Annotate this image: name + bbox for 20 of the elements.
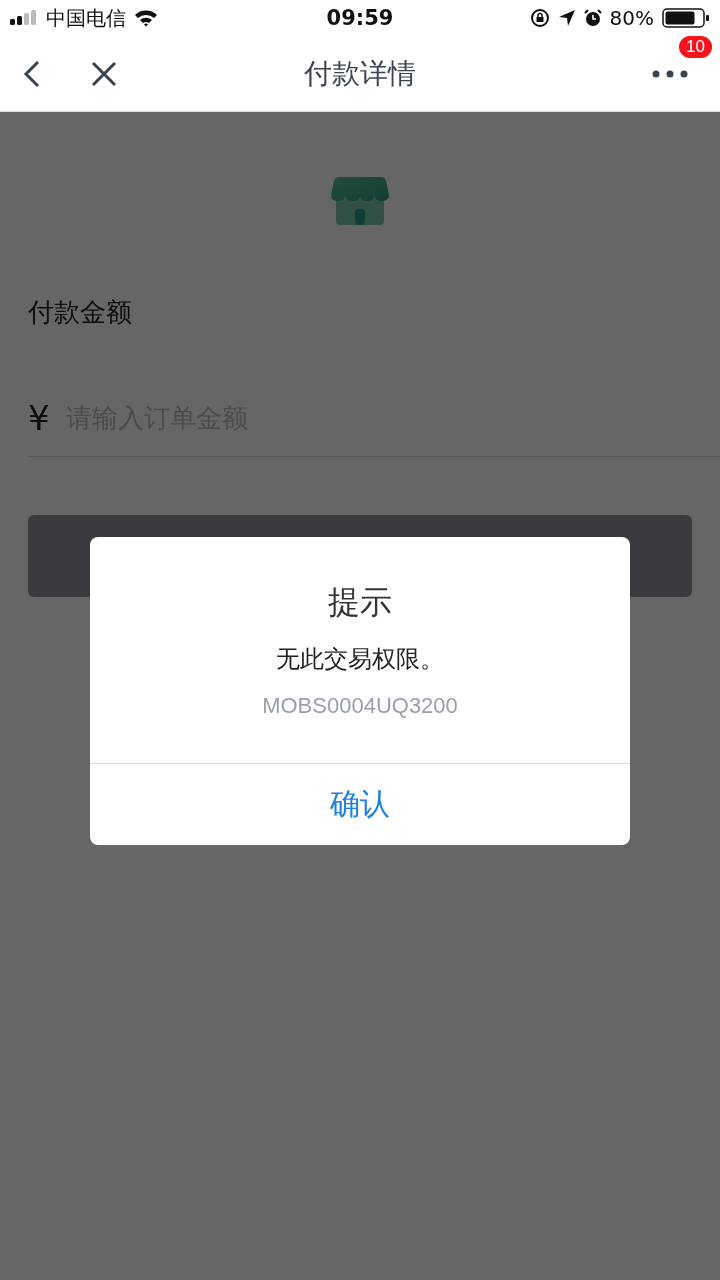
wifi-icon	[134, 9, 158, 27]
confirm-button[interactable]: 确认	[90, 763, 630, 845]
dialog-message: 无此交易权限。	[276, 644, 444, 675]
notification-badge: 10	[679, 35, 712, 58]
amount-label: 付款金额	[28, 296, 133, 329]
battery-percentage: 80%	[609, 6, 654, 30]
location-arrow-icon	[557, 9, 576, 27]
battery-icon	[662, 8, 710, 28]
alarm-icon	[583, 9, 602, 27]
signal-icon	[10, 10, 38, 26]
status-time: 09:59	[326, 6, 394, 30]
carrier-name: 中国电信	[46, 4, 126, 32]
error-code: MOBS0004UQ3200	[262, 693, 458, 719]
close-icon[interactable]	[90, 59, 118, 88]
currency-symbol: ¥	[28, 398, 50, 438]
shop-icon	[331, 177, 389, 225]
back-icon[interactable]	[22, 58, 42, 89]
rotation-lock-icon	[529, 8, 550, 28]
dialog-title: 提示	[328, 582, 392, 623]
page-title: 付款详情	[304, 55, 416, 92]
